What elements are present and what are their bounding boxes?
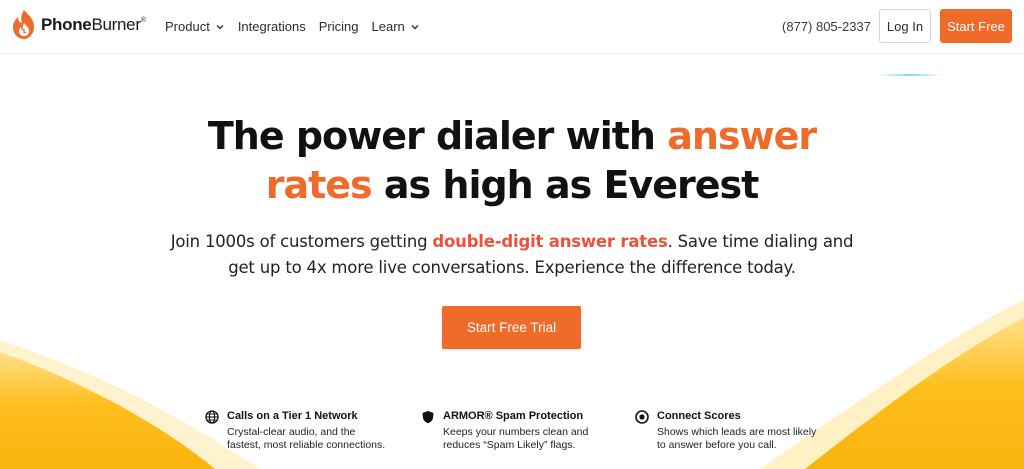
nav-item-label: Product [165, 19, 210, 34]
feature-description: Shows which leads are most likely to answ… [657, 426, 817, 451]
feature-title: Calls on a Tier 1 Network [227, 410, 358, 422]
login-button[interactable]: Log In [879, 9, 931, 43]
globe-icon [205, 410, 219, 424]
accent-line-decoration [878, 74, 942, 76]
nav-item-learn[interactable]: Learn [372, 19, 420, 34]
start-free-trial-button[interactable]: Start Free Trial [442, 306, 581, 349]
chevron-down-icon [411, 24, 419, 29]
shield-icon [422, 411, 434, 424]
feature-description: Crystal-clear audio, and the fastest, mos… [227, 426, 386, 451]
chevron-down-icon [216, 24, 224, 29]
hero-headline: The power dialer with answer rates as hi… [207, 114, 817, 207]
feature-text: Connect Scores Shows which leads are mos… [657, 409, 816, 452]
main-nav: Product Integrations Pricing Learn [165, 19, 433, 34]
hero-section: The power dialer with answer rates as hi… [0, 112, 1024, 210]
site-header: PhoneBurner® Product Integrations Pricin… [0, 0, 1024, 54]
nav-item-product[interactable]: Product [165, 19, 225, 34]
brand-logo[interactable]: PhoneBurner® [10, 9, 146, 41]
feature-text: Calls on a Tier 1 Network Crystal-clear … [227, 409, 385, 452]
nav-item-label: Learn [371, 19, 405, 34]
phone-number-link[interactable]: (877) 805-2337 [782, 19, 871, 34]
feature-title: Connect Scores [657, 410, 741, 422]
feature-description: Keeps your numbers clean and reduces “Spa… [443, 426, 589, 451]
flame-logo-icon [13, 10, 34, 39]
nav-item-integrations[interactable]: Integrations [238, 19, 306, 34]
start-free-button[interactable]: Start Free [940, 9, 1012, 43]
brand-name: PhoneBurner® [41, 15, 146, 34]
hero-subheadline: Join 1000s of customers getting double-d… [170, 232, 854, 277]
target-icon [635, 410, 649, 424]
feature-tier1-network: Calls on a Tier 1 Network Crystal-clear … [205, 409, 385, 452]
nav-item-pricing[interactable]: Pricing [319, 19, 359, 34]
nav-item-label: Pricing [318, 19, 359, 34]
feature-title: ARMOR® Spam Protection [443, 410, 584, 422]
feature-armor-spam-protection: ARMOR® Spam Protection Keeps your number… [421, 409, 588, 452]
feature-text: ARMOR® Spam Protection Keeps your number… [443, 409, 588, 452]
nav-item-label: Integrations [237, 19, 306, 34]
feature-connect-scores: Connect Scores Shows which leads are mos… [635, 409, 816, 452]
